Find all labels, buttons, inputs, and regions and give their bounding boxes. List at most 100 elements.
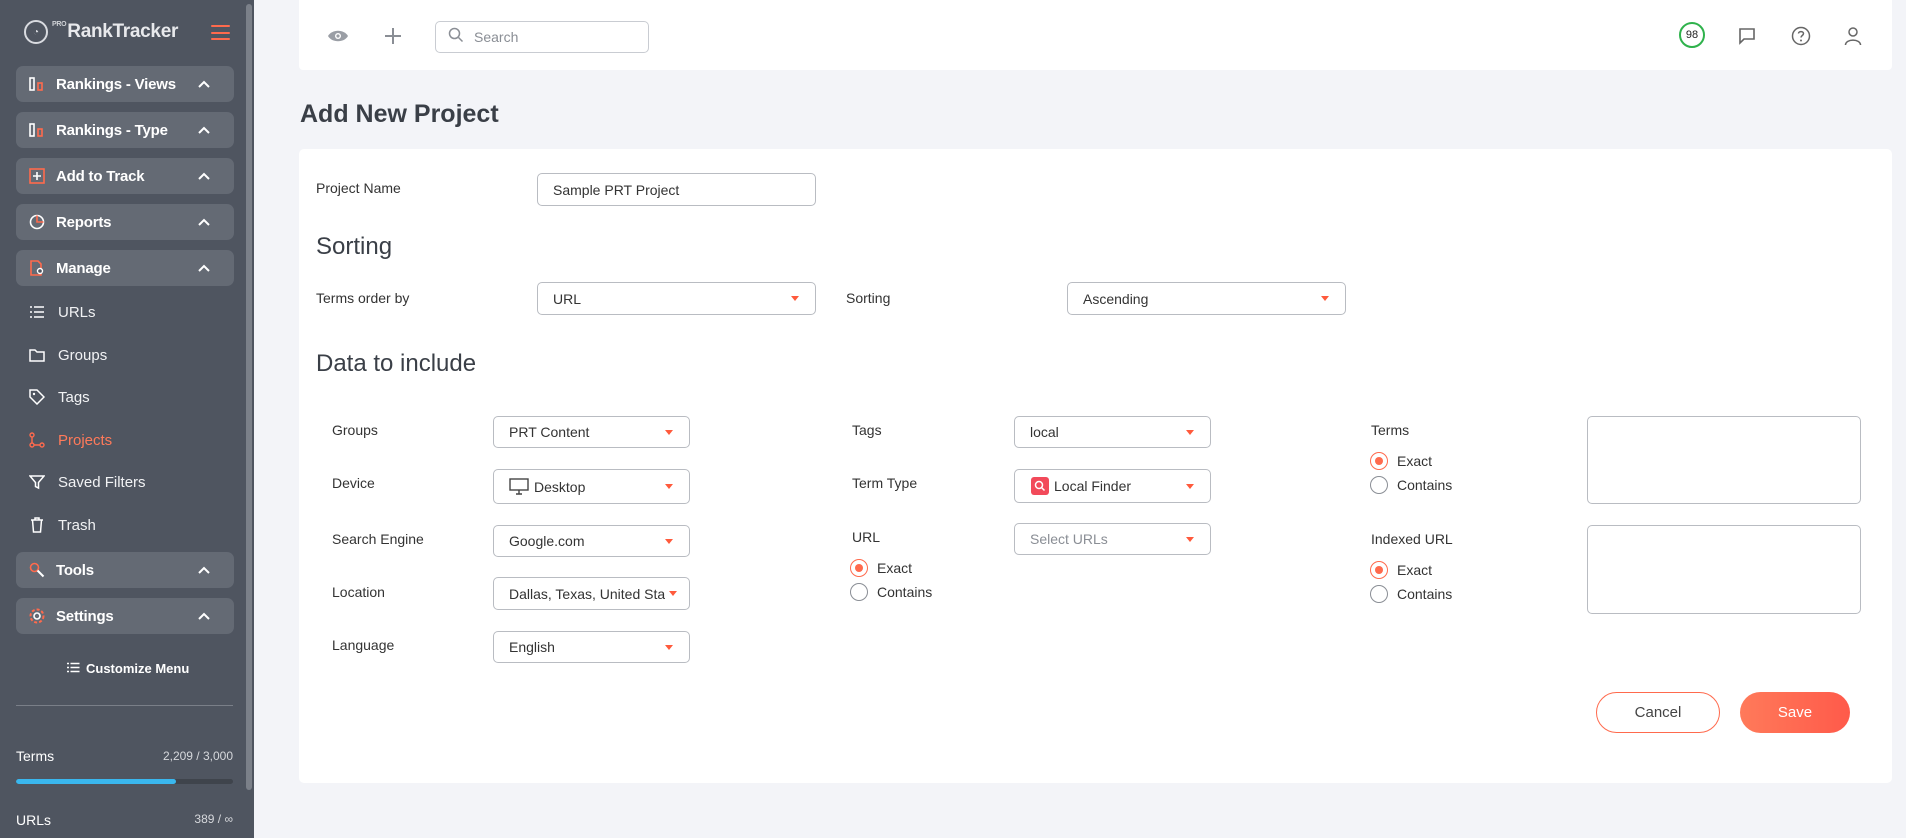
url-exact-label: Exact: [877, 560, 913, 576]
user-icon[interactable]: [1841, 24, 1865, 48]
device-value: Desktop: [534, 478, 586, 495]
sidebar-divider: [16, 705, 233, 706]
caret-down-icon: [1186, 483, 1194, 489]
chevron-up-icon: [192, 126, 216, 134]
sidebar-item-trash[interactable]: Trash: [28, 512, 228, 538]
chevron-up-icon: [192, 264, 216, 272]
url-select[interactable]: Select URLs: [1014, 523, 1211, 555]
logo-icon: ◔: [24, 20, 48, 44]
customize-menu-button[interactable]: Customize Menu: [66, 661, 189, 676]
tag-icon: [28, 388, 46, 406]
plus-square-icon: [28, 167, 46, 185]
tags-select[interactable]: local: [1014, 416, 1211, 448]
urls-usage-label: URLs: [16, 812, 52, 828]
caret-down-icon: [1186, 536, 1194, 542]
urls-usage-value: 389 / ∞: [194, 812, 233, 826]
local-finder-icon: [1031, 477, 1049, 495]
projects-icon: [28, 431, 46, 449]
indexed-exact-radio[interactable]: Exact: [1370, 561, 1432, 579]
sidebar-group-reports[interactable]: Reports: [16, 204, 234, 240]
chevron-up-icon: [192, 566, 216, 574]
logo-text: RankTracker: [67, 21, 179, 42]
terms-order-select[interactable]: URL: [537, 282, 816, 315]
filter-icon: [28, 473, 46, 491]
tags-value: local: [1030, 424, 1059, 440]
terms-exact-label: Exact: [1397, 453, 1433, 469]
sorting-section-title: Sorting: [316, 233, 393, 260]
radio-selected-icon: [1370, 452, 1388, 470]
plus-icon[interactable]: [381, 24, 405, 48]
sidebar-item-label: Trash: [58, 516, 96, 534]
sidebar-item-projects[interactable]: Projects: [28, 427, 228, 453]
search-engine-value: Google.com: [509, 533, 585, 549]
sidebar-item-label: Tags: [58, 388, 90, 406]
sidebar-group-tools[interactable]: Tools: [16, 552, 234, 588]
device-label: Device: [332, 475, 375, 491]
bar-chart-icon: [28, 121, 46, 139]
sidebar-scrollbar[interactable]: [246, 4, 252, 790]
terms-contains-label: Contains: [1397, 477, 1453, 493]
file-gear-icon: [28, 259, 46, 277]
url-exact-radio[interactable]: Exact: [850, 559, 912, 577]
terms-usage-label: Terms: [16, 748, 55, 764]
groups-value: PRT Content: [509, 424, 590, 440]
search-box[interactable]: [435, 21, 649, 53]
caret-down-icon: [1186, 429, 1194, 435]
sidebar-item-label: URLs: [58, 303, 96, 321]
save-button[interactable]: Save: [1740, 692, 1850, 733]
score-badge[interactable]: 98: [1679, 22, 1705, 48]
customize-menu-label: Customize Menu: [86, 661, 190, 676]
sorting-select[interactable]: Ascending: [1067, 282, 1346, 315]
folder-icon: [28, 346, 46, 364]
terms-exact-radio[interactable]: Exact: [1370, 452, 1432, 470]
terms-textarea[interactable]: [1587, 416, 1861, 504]
sidebar-group-rankings-type[interactable]: Rankings - Type: [16, 112, 234, 148]
radio-unselected-icon: [1370, 585, 1388, 603]
caret-down-icon: [665, 538, 673, 544]
list-icon: [66, 661, 80, 676]
sidebar-item-tags[interactable]: Tags: [28, 384, 228, 410]
sidebar-item-saved-filters[interactable]: Saved Filters: [28, 469, 228, 495]
sidebar-item-urls[interactable]: URLs: [28, 299, 228, 325]
indexed-contains-radio[interactable]: Contains: [1370, 585, 1452, 603]
help-icon[interactable]: [1789, 24, 1813, 48]
sidebar-group-label: Settings: [56, 607, 114, 625]
sidebar-group-add-to-track[interactable]: Add to Track: [16, 158, 234, 194]
sidebar-group-label: Tools: [56, 561, 94, 579]
sidebar-group-manage[interactable]: Manage: [16, 250, 234, 286]
tools-icon: [28, 561, 46, 579]
project-name-input[interactable]: [537, 173, 816, 206]
logo[interactable]: ◔ PRORankTracker: [24, 20, 178, 44]
search-engine-label: Search Engine: [332, 531, 424, 547]
sidebar-group-settings[interactable]: Settings: [16, 598, 234, 634]
sidebar-group-label: Rankings - Type: [56, 121, 168, 139]
device-select[interactable]: Desktop: [493, 469, 690, 504]
sidebar-item-groups[interactable]: Groups: [28, 342, 228, 368]
search-input[interactable]: [474, 29, 634, 45]
cancel-button[interactable]: Cancel: [1596, 692, 1720, 733]
sidebar-group-label: Reports: [56, 213, 112, 231]
terms-usage-value: 2,209 / 3,000: [162, 749, 233, 763]
location-label: Location: [332, 584, 385, 600]
language-select[interactable]: English: [493, 631, 690, 663]
chevron-up-icon: [192, 172, 216, 180]
term-type-label: Term Type: [852, 475, 918, 491]
hamburger-menu-icon[interactable]: [211, 25, 230, 40]
search-icon: [448, 27, 464, 48]
term-type-select[interactable]: Local Finder: [1014, 469, 1211, 503]
chat-icon[interactable]: [1735, 24, 1759, 48]
caret-down-icon: [791, 296, 799, 301]
search-engine-select[interactable]: Google.com: [493, 525, 690, 557]
sidebar-group-rankings-views[interactable]: Rankings - Views: [16, 66, 234, 102]
groups-label: Groups: [332, 422, 378, 438]
eye-icon[interactable]: [326, 24, 350, 48]
groups-select[interactable]: PRT Content: [493, 416, 690, 448]
term-type-value: Local Finder: [1054, 478, 1132, 494]
url-contains-radio[interactable]: Contains: [850, 583, 932, 601]
indexed-url-textarea[interactable]: [1587, 525, 1861, 614]
caret-down-icon: [665, 644, 673, 650]
sorting-value: Ascending: [1083, 290, 1149, 307]
gear-icon: [28, 607, 46, 625]
location-select[interactable]: Dallas, Texas, United States: [493, 577, 690, 610]
terms-contains-radio[interactable]: Contains: [1370, 476, 1452, 494]
